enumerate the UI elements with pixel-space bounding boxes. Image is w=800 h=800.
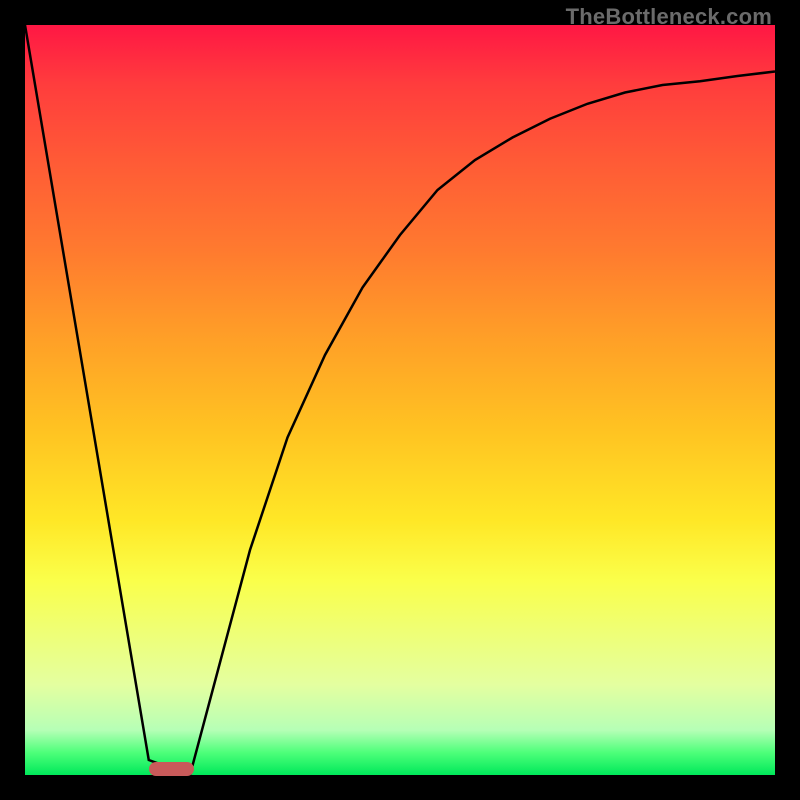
series-line-left — [25, 25, 190, 775]
chart-canvas — [25, 25, 775, 775]
series-line-right — [190, 72, 775, 776]
optimum-marker — [149, 762, 194, 776]
chart-lines — [25, 25, 775, 775]
